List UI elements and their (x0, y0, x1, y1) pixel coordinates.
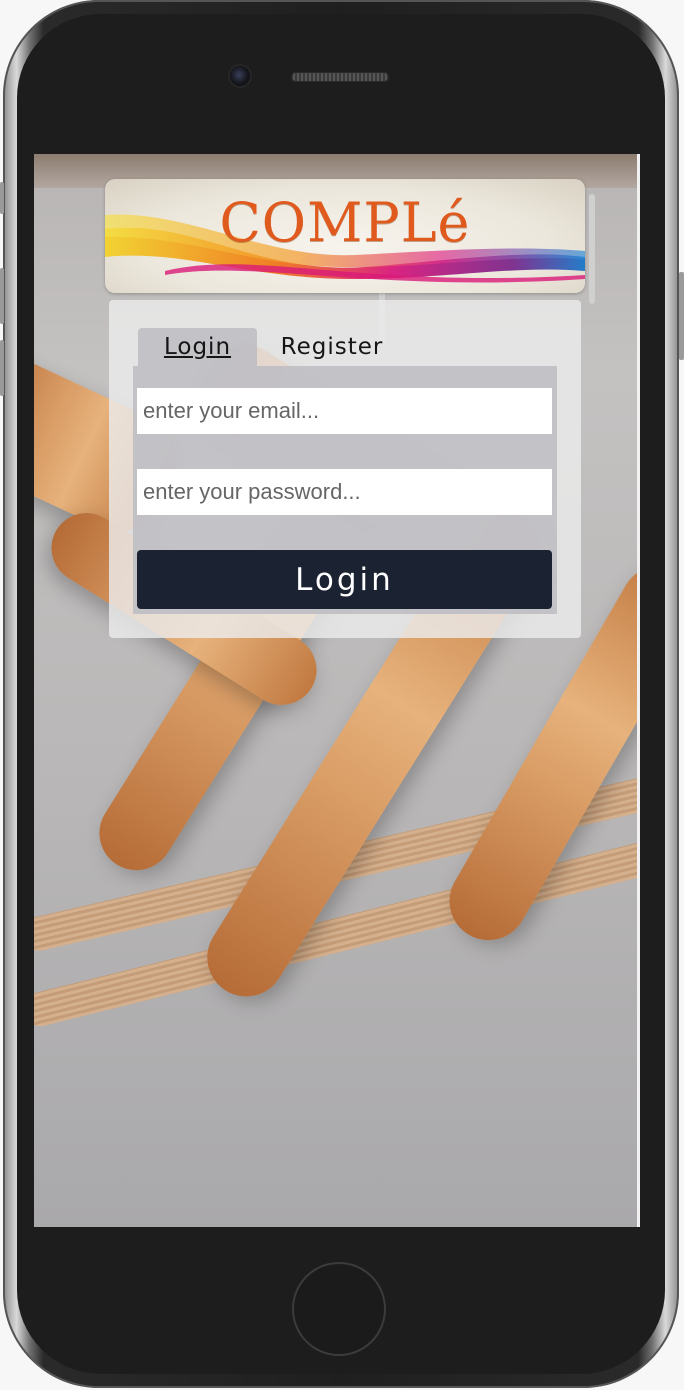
volume-down-button (0, 340, 4, 396)
tab-register[interactable]: Register (271, 328, 393, 366)
auth-card: Login Register Login (109, 300, 581, 638)
password-field[interactable] (137, 469, 552, 515)
logo-wordmark: COMPLé (219, 191, 471, 254)
screen-edge (637, 154, 640, 1227)
tab-login[interactable]: Login (138, 328, 257, 366)
login-panel: Login (133, 366, 557, 614)
earpiece-speaker (291, 72, 389, 82)
mute-switch (0, 182, 4, 214)
volume-up-button (0, 268, 4, 324)
app-screen: COMPLé Login Register Login (34, 154, 640, 1227)
app-logo: COMPLé (105, 179, 585, 293)
email-field[interactable] (137, 388, 552, 434)
background-hook (589, 194, 595, 304)
login-button[interactable]: Login (137, 550, 552, 609)
front-camera (230, 66, 250, 86)
home-button[interactable] (292, 1262, 386, 1356)
power-button (679, 272, 684, 360)
